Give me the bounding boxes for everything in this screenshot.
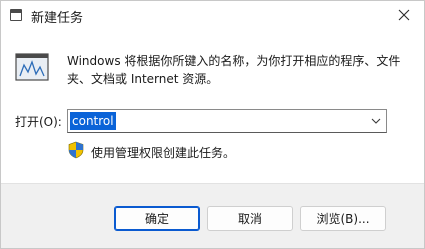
description-text: Windows 将根据你所键入的名称，为你打开相应的程序、文件夹、文档或 Int…: [67, 54, 401, 86]
run-program-icon: [15, 53, 49, 81]
task-window-icon: [10, 9, 22, 21]
chevron-down-icon[interactable]: [370, 115, 382, 127]
button-bar: 确定 取消 浏览(B)...: [1, 183, 424, 248]
admin-privilege-text: 使用管理权限创建此任务。: [91, 146, 236, 160]
new-task-dialog: 新建任务 Windows 将根据你所键入的名称，为你打开相应的程序、文件夹、文档…: [0, 0, 425, 249]
window-title: 新建任务: [31, 11, 84, 26]
open-input-value[interactable]: control: [70, 112, 116, 130]
close-button[interactable]: [390, 3, 418, 27]
open-combobox[interactable]: control: [67, 109, 387, 133]
ok-button[interactable]: 确定: [114, 206, 200, 231]
uac-shield-icon: [68, 141, 84, 159]
title-bar[interactable]: 新建任务: [1, 1, 424, 31]
close-icon: [398, 9, 410, 21]
cancel-button[interactable]: 取消: [207, 206, 293, 231]
browse-button[interactable]: 浏览(B)...: [300, 206, 386, 231]
open-label: 打开(O):: [15, 115, 62, 129]
